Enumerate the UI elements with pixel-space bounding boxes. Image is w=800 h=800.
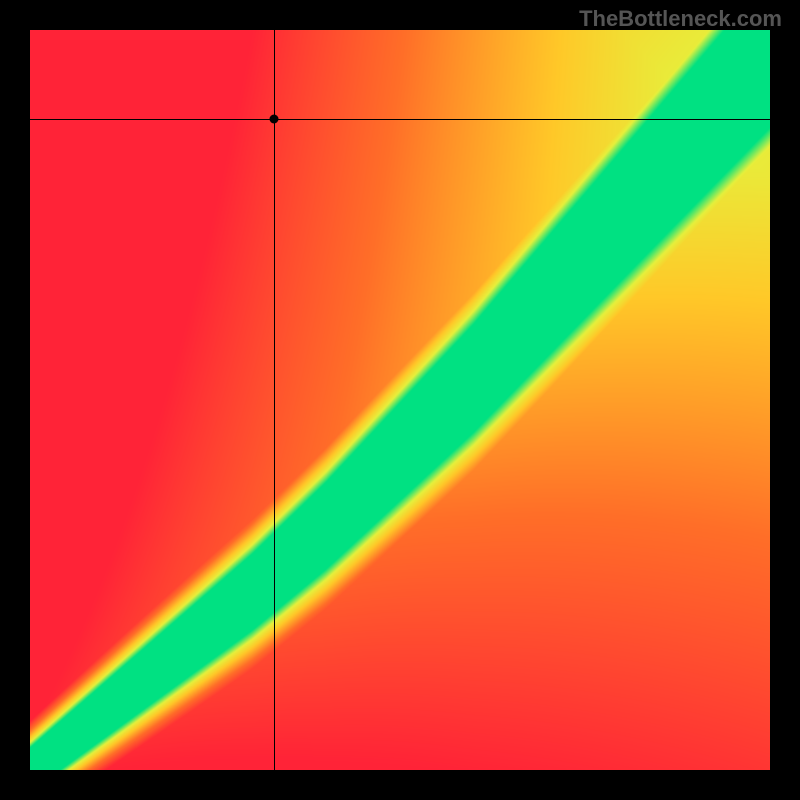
plot-area <box>30 30 770 770</box>
crosshair-vertical <box>274 30 275 770</box>
heatmap-canvas <box>30 30 770 770</box>
crosshair-horizontal <box>30 119 770 120</box>
marker-dot <box>270 114 279 123</box>
watermark-text: TheBottleneck.com <box>579 6 782 32</box>
chart-container: TheBottleneck.com <box>0 0 800 800</box>
